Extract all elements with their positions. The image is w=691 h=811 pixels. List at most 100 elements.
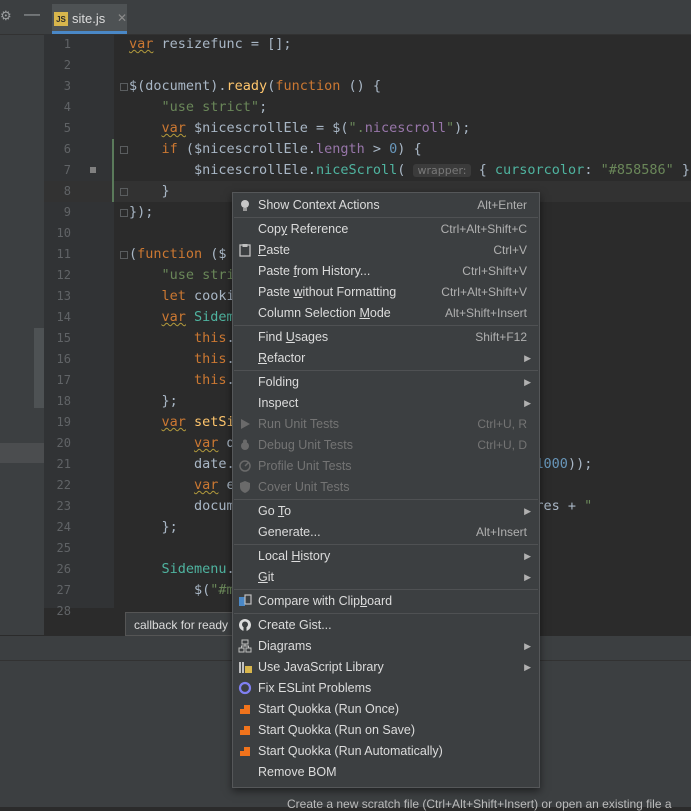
- menu-item-use-javascript-library[interactable]: Use JavaScript Library ▶: [233, 657, 539, 678]
- menu-item-column-selection-mode[interactable]: Column Selection Mode Alt+Shift+Insert: [233, 303, 539, 324]
- project-panel-scrollbar[interactable]: [34, 328, 44, 408]
- menu-item-shortcut: Ctrl+Alt+Shift+C: [440, 222, 527, 236]
- menu-item-inspect[interactable]: Inspect ▶: [233, 393, 539, 414]
- gear-icon[interactable]: ⚙: [0, 9, 14, 23]
- menu-item-shortcut: Ctrl+U, R: [477, 417, 527, 431]
- tab-site-js[interactable]: JS site.js ✕: [52, 4, 127, 34]
- menu-item-label: Column Selection Mode: [258, 306, 391, 320]
- library-icon: [238, 660, 252, 674]
- submenu-arrow-icon: ▶: [524, 377, 531, 387]
- menu-item-paste[interactable]: Paste Ctrl+V: [233, 240, 539, 261]
- fold-marker-icon[interactable]: [120, 188, 128, 196]
- menu-item-shortcut: Ctrl+Alt+Shift+V: [441, 285, 527, 299]
- code-text[interactable]: Sidemenu.: [129, 559, 235, 580]
- code-text[interactable]: "use stri: [129, 265, 235, 286]
- code-text[interactable]: };: [129, 517, 178, 538]
- menu-item-show-context-actions[interactable]: Show Context Actions Alt+Enter: [233, 195, 539, 216]
- code-line[interactable]: 6 if ($nicescrollEle.length > 0) {: [44, 139, 691, 160]
- submenu-arrow-icon: ▶: [524, 506, 531, 516]
- code-text[interactable]: var $nicescrollEle = $(".nicescroll");: [129, 118, 471, 139]
- fold-marker-icon[interactable]: [120, 83, 128, 91]
- line-number: 15: [56, 331, 71, 345]
- editor-tab-bar: JS site.js ✕: [44, 0, 691, 35]
- menu-item-remove-bom[interactable]: Remove BOM: [233, 762, 539, 783]
- line-number: 3: [63, 79, 71, 93]
- menu-item-paste-from-history[interactable]: Paste from History... Ctrl+Shift+V: [233, 261, 539, 282]
- menu-item-start-quokka-run-automatically[interactable]: Start Quokka (Run Automatically): [233, 741, 539, 762]
- menu-item-label: Compare with Clipboard: [258, 594, 393, 608]
- code-text[interactable]: $(document).ready(function () {: [129, 76, 381, 97]
- menu-item-paste-without-formatting[interactable]: Paste without Formatting Ctrl+Alt+Shift+V: [233, 282, 539, 303]
- code-text[interactable]: this.: [129, 328, 235, 349]
- line-number: 17: [56, 373, 71, 387]
- code-text[interactable]: this.: [129, 370, 235, 391]
- menu-item-label: Diagrams: [258, 639, 312, 653]
- menu-separator: [234, 499, 538, 500]
- menu-item-label: Git: [258, 570, 274, 584]
- menu-item-start-quokka-run-on-save[interactable]: Start Quokka (Run on Save): [233, 720, 539, 741]
- close-icon[interactable]: ✕: [117, 11, 127, 25]
- project-tree-selection[interactable]: [0, 443, 44, 463]
- code-text[interactable]: this.: [129, 349, 235, 370]
- menu-item-folding[interactable]: Folding ▶: [233, 372, 539, 393]
- submenu-arrow-icon: ▶: [524, 398, 531, 408]
- fold-marker-icon[interactable]: [120, 251, 128, 259]
- code-text[interactable]: $nicescrollEle.niceScroll( wrapper: { cu…: [129, 160, 691, 181]
- menu-item-local-history[interactable]: Local History ▶: [233, 546, 539, 567]
- code-text[interactable]: });: [129, 202, 153, 223]
- code-line[interactable]: 7 $nicescrollEle.niceScroll( wrapper: { …: [44, 160, 691, 181]
- code-line[interactable]: 4 "use strict";: [44, 97, 691, 118]
- code-line[interactable]: 1 var resizefunc = [];: [44, 34, 691, 55]
- menu-item-label: Show Context Actions: [258, 198, 380, 212]
- code-text[interactable]: (function ($: [129, 244, 227, 265]
- menu-item-generate[interactable]: Generate... Alt+Insert: [233, 522, 539, 543]
- clipboard-icon: [238, 243, 252, 257]
- menu-item-go-to[interactable]: Go To ▶: [233, 501, 539, 522]
- line-number: 1: [63, 37, 71, 51]
- menu-item-shortcut: Alt+Shift+Insert: [444, 306, 527, 320]
- shield-icon: [238, 480, 252, 494]
- menu-separator: [234, 589, 538, 590]
- menu-item-label: Start Quokka (Run Once): [258, 702, 400, 716]
- menu-item-label: Refactor: [258, 351, 306, 365]
- code-text[interactable]: if ($nicescrollEle.length > 0) {: [129, 139, 422, 160]
- code-text[interactable]: $("#m: [129, 580, 235, 601]
- code-text[interactable]: let cooki: [129, 286, 235, 307]
- code-text[interactable]: var Sidem: [129, 307, 235, 328]
- code-line[interactable]: 5 var $nicescrollEle = $(".nicescroll");: [44, 118, 691, 139]
- menu-item-label: Find Usages: [258, 330, 329, 344]
- menu-item-shortcut: Alt+Insert: [475, 525, 527, 539]
- code-text[interactable]: }: [129, 181, 170, 202]
- code-text[interactable]: };: [129, 391, 178, 412]
- menu-separator: [234, 370, 538, 371]
- menu-item-copy-reference[interactable]: Copy Reference Ctrl+Alt+Shift+C: [233, 219, 539, 240]
- menu-item-diagrams[interactable]: Diagrams ▶: [233, 636, 539, 657]
- code-line[interactable]: 2: [44, 55, 691, 76]
- code-text[interactable]: var resizefunc = [];: [129, 34, 292, 55]
- quokka-icon: [238, 744, 252, 758]
- line-number: 16: [56, 352, 71, 366]
- menu-item-fix-eslint-problems[interactable]: Fix ESLint Problems: [233, 678, 539, 699]
- code-text[interactable]: var d: [129, 433, 235, 454]
- submenu-arrow-icon: ▶: [524, 353, 531, 363]
- code-text[interactable]: "use strict";: [129, 97, 268, 118]
- menu-item-shortcut: Shift+F12: [475, 330, 527, 344]
- gutter-marker-icon[interactable]: [90, 167, 96, 173]
- menu-item-start-quokka-run-once[interactable]: Start Quokka (Run Once): [233, 699, 539, 720]
- menu-item-git[interactable]: Git ▶: [233, 567, 539, 588]
- menu-item-compare-with-clipboard[interactable]: Compare with Clipboard: [233, 591, 539, 612]
- menu-item-create-gist[interactable]: Create Gist...: [233, 615, 539, 636]
- menu-separator: [234, 613, 538, 614]
- menu-item-run-unit-tests: Run Unit Tests Ctrl+U, R: [233, 414, 539, 435]
- project-panel-strip: ⚙ —: [0, 0, 44, 635]
- menu-item-refactor[interactable]: Refactor ▶: [233, 348, 539, 369]
- fold-marker-icon[interactable]: [120, 146, 128, 154]
- line-number: 22: [56, 478, 71, 492]
- code-line[interactable]: 3 $(document).ready(function () {: [44, 76, 691, 97]
- minimize-icon[interactable]: —: [24, 7, 40, 23]
- fold-marker-icon[interactable]: [120, 209, 128, 217]
- quokka-icon: [238, 702, 252, 716]
- tab-filename: site.js: [72, 11, 106, 26]
- menu-item-find-usages[interactable]: Find Usages Shift+F12: [233, 327, 539, 348]
- menu-item-label: Profile Unit Tests: [258, 459, 352, 473]
